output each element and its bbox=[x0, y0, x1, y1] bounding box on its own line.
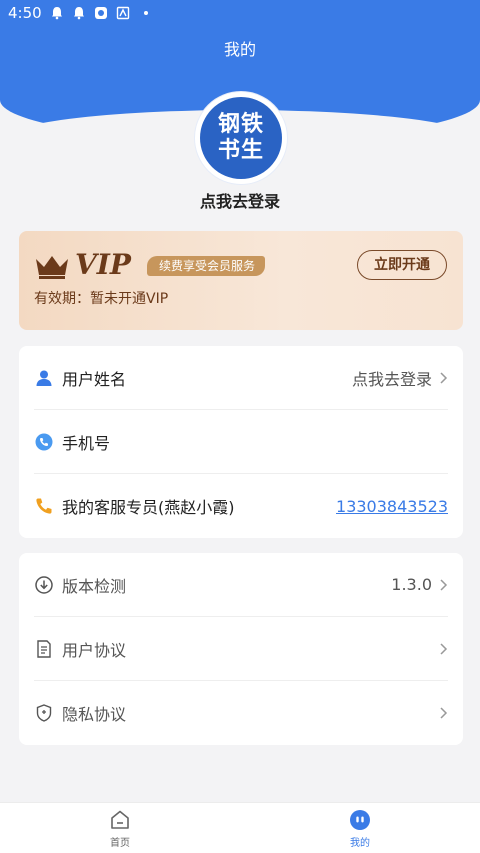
tab-profile-label: 我的 bbox=[350, 838, 370, 849]
version-check-row[interactable]: 版本检测 1.3.0 bbox=[34, 553, 448, 617]
vip-validity-text: 有效期：暂未开通VIP bbox=[34, 291, 169, 307]
notification-bell-icon bbox=[51, 7, 62, 20]
chevron-right-icon bbox=[440, 371, 448, 384]
version-check-label: 版本检测 bbox=[62, 576, 127, 596]
avatar-text-line1: 钢铁 bbox=[217, 112, 264, 137]
phone-label: 手机号 bbox=[62, 433, 111, 453]
chevron-right-icon bbox=[440, 707, 448, 719]
phone-circle-icon bbox=[34, 432, 54, 452]
user-name-row[interactable]: 用户姓名 点我去登录 bbox=[34, 346, 448, 410]
login-link[interactable]: 点我去登录 bbox=[0, 188, 480, 212]
status-bar: 4:50 bbox=[0, 0, 480, 26]
crown-icon bbox=[36, 256, 68, 279]
user-name-value: 点我去登录 bbox=[351, 369, 432, 389]
home-icon bbox=[111, 810, 129, 829]
privacy-policy-row[interactable]: 隐私协议 bbox=[34, 681, 448, 745]
user-agreement-label: 用户协议 bbox=[62, 640, 127, 660]
document-icon bbox=[34, 639, 54, 659]
phone-icon bbox=[34, 496, 54, 516]
avatar[interactable]: 钢铁 书生 bbox=[195, 92, 287, 184]
chevron-right-icon bbox=[440, 642, 448, 655]
tab-profile[interactable]: 我的 bbox=[330, 809, 390, 851]
vip-renew-tag: 续费享受会员服务 bbox=[147, 256, 266, 276]
shield-icon bbox=[34, 703, 54, 723]
app-notification-icon bbox=[116, 6, 129, 20]
avatar-text-line2: 书生 bbox=[217, 138, 264, 163]
customer-service-row: 我的客服专员(燕赵小霞) 13303843523 bbox=[34, 474, 448, 538]
status-time: 4:50 bbox=[8, 4, 42, 22]
vip-card: VIP 续费享受会员服务 立即开通 有效期：暂未开通VIP bbox=[19, 231, 463, 330]
notification-bell-icon bbox=[73, 7, 84, 20]
phone-row[interactable]: 手机号 bbox=[34, 410, 448, 474]
vip-open-button[interactable]: 立即开通 bbox=[357, 250, 447, 280]
page-title: 我的 bbox=[223, 40, 256, 59]
privacy-policy-label: 隐私协议 bbox=[62, 705, 127, 724]
vip-logo: VIP bbox=[75, 248, 131, 281]
avatar-logo: 钢铁 书生 bbox=[200, 97, 282, 179]
customer-service-label: 我的客服专员(燕赵小霞) bbox=[62, 498, 235, 517]
user-name-label: 用户姓名 bbox=[62, 369, 127, 389]
user-agreement-row[interactable]: 用户协议 bbox=[34, 617, 448, 681]
download-circle-icon bbox=[34, 575, 54, 595]
settings-card: 版本检测 1.3.0 用户协议 隐私协议 bbox=[19, 553, 463, 745]
app-notification-icon bbox=[94, 7, 107, 19]
tab-home-label: 首页 bbox=[110, 838, 130, 849]
chevron-right-icon bbox=[440, 578, 448, 591]
profile-icon bbox=[350, 810, 370, 830]
customer-service-phone-link[interactable]: 13303843523 bbox=[336, 497, 448, 516]
user-info-card: 用户姓名 点我去登录 手机号 我的客服专员(燕赵小霞) 13303843523 bbox=[19, 346, 463, 538]
bottom-tab-bar: 首页 我的 bbox=[0, 802, 480, 853]
version-value: 1.3.0 bbox=[391, 575, 432, 594]
tab-home[interactable]: 首页 bbox=[90, 809, 150, 851]
status-dot bbox=[143, 11, 148, 15]
user-icon bbox=[34, 368, 54, 388]
